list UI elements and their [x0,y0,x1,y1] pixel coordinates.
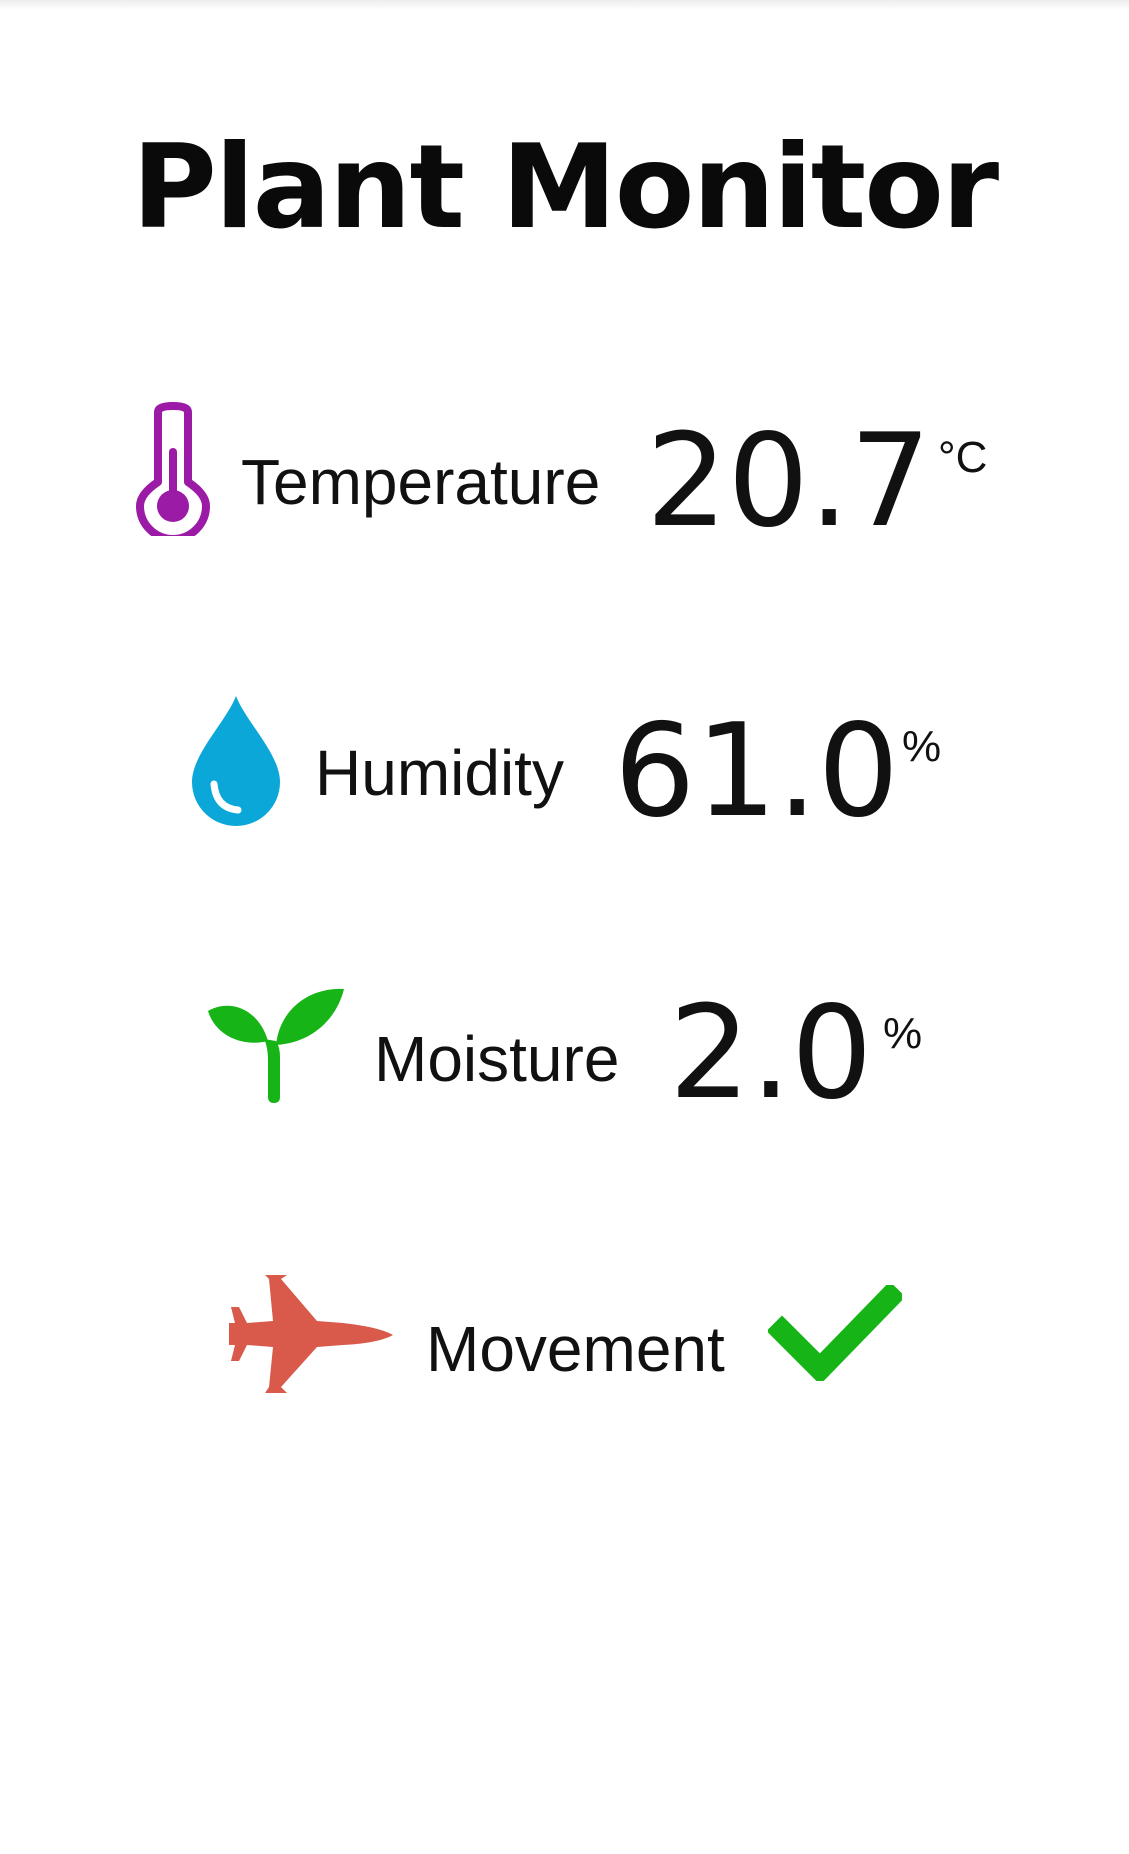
jet-icon [225,1275,395,1393]
sprout-icon [206,985,344,1105]
temperature-value: 20.7 [646,407,931,556]
checkmark-icon [768,1285,902,1381]
temperature-unit: °C [938,433,988,482]
moisture-value: 2.0 [669,979,873,1128]
humidity-value: 61.0 [614,697,899,846]
status-bar-shadow [0,0,1129,10]
humidity-label: Humidity [315,737,564,809]
moisture-label: Moisture [374,1023,620,1095]
moisture-unit: % [883,1009,923,1058]
temperature-label: Temperature [241,446,601,518]
humidity-unit: % [902,722,942,771]
movement-label: Movement [426,1313,725,1385]
page-title: Plant Monitor [131,120,999,255]
thermometer-icon [136,402,210,536]
water-drop-icon [188,692,284,828]
